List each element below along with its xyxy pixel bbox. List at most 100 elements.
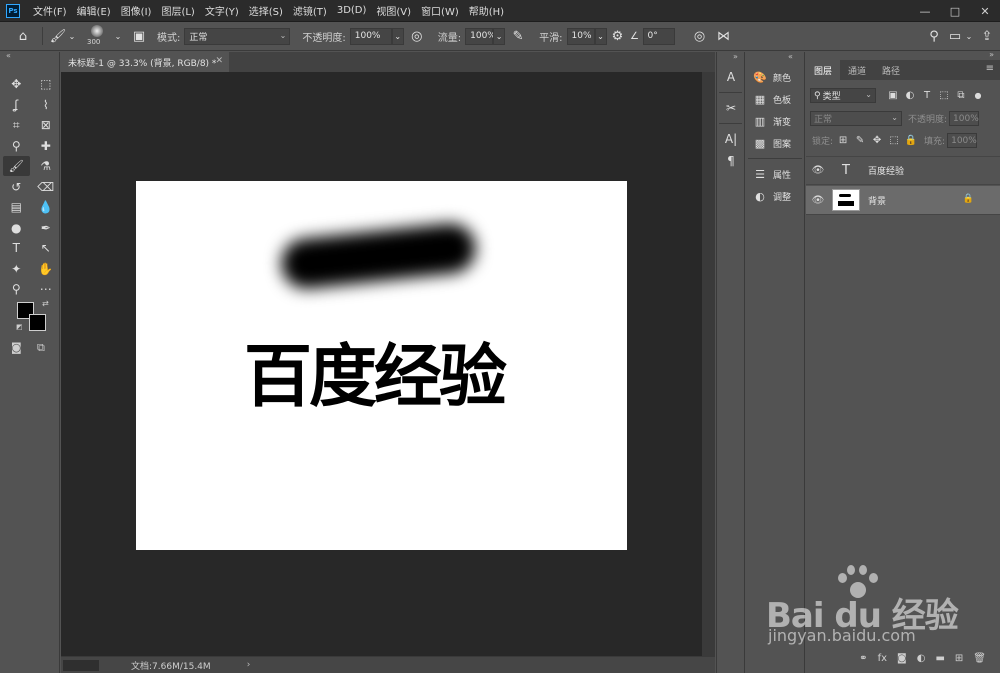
eyedropper-tool-icon[interactable]: ⚲	[3, 136, 30, 156]
filter-toggle-icon[interactable]: ●	[971, 88, 985, 103]
gradient-tool-icon[interactable]: ▤	[3, 197, 30, 217]
flow-input[interactable]: 100%	[465, 27, 496, 45]
eraser-tool-icon[interactable]: ⌫	[33, 177, 60, 197]
lock-icon[interactable]: 🔒	[963, 194, 974, 204]
paragraph-icon[interactable]: ¶	[717, 150, 745, 172]
pressure-size-icon[interactable]: ◎	[687, 29, 713, 44]
opacity-input[interactable]: 100%	[349, 27, 392, 45]
lock-artboard-icon[interactable]: ⬚	[887, 133, 901, 148]
new-group-icon[interactable]: ▬	[935, 653, 944, 664]
tab-layers[interactable]: 图层	[806, 60, 841, 80]
collapse-icon[interactable]: »	[717, 52, 744, 66]
dock-item-color[interactable]: 🎨 颜色	[746, 66, 804, 88]
brush-settings-icon[interactable]: ▣	[129, 29, 149, 44]
mode-select[interactable]: 正常 ⌄	[184, 27, 291, 45]
visibility-eye-icon[interactable]: 👁	[806, 195, 830, 206]
type-tool-icon[interactable]: T	[3, 238, 30, 258]
fx-icon[interactable]: fx	[878, 653, 887, 664]
pressure-opacity-icon[interactable]: ◎	[404, 29, 430, 44]
menu-image[interactable]: 图像(I)	[116, 3, 157, 18]
dock-item-adjustments[interactable]: ◐ 调整	[746, 185, 804, 207]
workspace-icon[interactable]: ▭	[946, 29, 964, 44]
dodge-tool-icon[interactable]: ●	[3, 218, 30, 238]
filter-adjustment-icon[interactable]: ◐	[903, 88, 917, 103]
delete-layer-icon[interactable]: 🗑	[973, 653, 986, 664]
menu-window[interactable]: 窗口(W)	[416, 3, 464, 18]
menu-filter[interactable]: 滤镜(T)	[288, 3, 332, 18]
menu-help[interactable]: 帮助(H)	[464, 3, 509, 18]
clone-stamp-tool-icon[interactable]: ⚗	[33, 156, 60, 176]
document-tab[interactable]: 未标题-1 @ 33.3% (背景, RGB/8) * ✕	[61, 52, 229, 72]
filter-shape-icon[interactable]: ⬚	[937, 88, 951, 103]
link-layers-icon[interactable]: ⚭	[859, 653, 867, 664]
collapse-icon[interactable]: »	[989, 50, 994, 59]
layer-opacity-input[interactable]: 100%	[949, 111, 980, 126]
move-tool-icon[interactable]: ✥	[3, 74, 30, 94]
filter-type-icon[interactable]: T	[920, 88, 934, 103]
home-icon[interactable]: ⌂	[10, 29, 36, 44]
hand-tool-icon[interactable]: ✋	[33, 259, 60, 279]
chevron-down-icon[interactable]: ⌄	[964, 32, 974, 41]
menu-select[interactable]: 选择(S)	[244, 3, 288, 18]
chevron-down-icon[interactable]: ⌄	[391, 27, 404, 45]
chevron-down-icon[interactable]: ⌄	[493, 27, 506, 45]
background-color-swatch[interactable]	[29, 314, 46, 331]
smoothing-input[interactable]: 10%	[566, 27, 595, 45]
dock-item-patterns[interactable]: ▩ 图案	[746, 132, 804, 154]
menu-type[interactable]: 文字(Y)	[200, 3, 244, 18]
collapse-icon[interactable]: «	[0, 52, 59, 62]
crop-tool-icon[interactable]: ⌗	[3, 115, 30, 135]
shape-tool-icon[interactable]: ✦	[3, 259, 30, 279]
lasso-tool-icon[interactable]: ʆ	[3, 95, 30, 115]
adjustment-layer-icon[interactable]: ◐	[917, 653, 926, 664]
more-tools-icon[interactable]: ⋯	[33, 279, 60, 299]
blur-tool-icon[interactable]: 💧	[33, 197, 60, 217]
brush-tool-icon[interactable]: 🖌	[49, 29, 67, 44]
frame-tool-icon[interactable]: ⊠	[33, 115, 60, 135]
filter-smart-object-icon[interactable]: ⧉	[954, 88, 968, 103]
canvas[interactable]: 百度经验	[136, 181, 627, 550]
layer-row-text[interactable]: 👁 T 百度经验	[806, 156, 1000, 185]
menu-layer[interactable]: 图层(L)	[156, 3, 199, 18]
fill-input[interactable]: 100%	[947, 133, 978, 148]
lock-position-icon[interactable]: ✥	[870, 133, 884, 148]
chevron-down-icon[interactable]: ⌄	[67, 32, 77, 41]
character-styles-icon[interactable]: A|	[717, 128, 745, 150]
history-brush-tool-icon[interactable]: ↺	[3, 177, 30, 197]
filter-pixel-icon[interactable]: ▣	[886, 88, 900, 103]
dock-item-properties[interactable]: ☰ 属性	[746, 163, 804, 185]
menu-3d[interactable]: 3D(D)	[332, 5, 372, 16]
tools-preset-icon[interactable]: ✂	[717, 97, 745, 119]
quick-select-tool-icon[interactable]: ⌇	[33, 95, 60, 115]
airbrush-icon[interactable]: ✎	[505, 29, 531, 44]
quick-mask-icon[interactable]: ◙	[11, 341, 29, 355]
layer-row-background[interactable]: 👁 背景 🔒	[806, 186, 1000, 215]
dock-item-gradients[interactable]: ▥ 渐变	[746, 110, 804, 132]
blend-mode-select[interactable]: 正常 ⌄	[810, 111, 902, 126]
lock-all-icon[interactable]: 🔒	[904, 133, 918, 148]
marquee-tool-icon[interactable]: ⬚	[33, 74, 60, 94]
filter-kind-select[interactable]: ⚲ 类型 ⌄	[810, 88, 876, 103]
status-menu-arrow[interactable]: ›	[247, 660, 251, 670]
healing-brush-tool-icon[interactable]: ✚	[33, 136, 60, 156]
new-layer-icon[interactable]: ⊞	[955, 653, 963, 664]
lock-pixels-icon[interactable]: ✎	[853, 133, 867, 148]
swap-colors-icon[interactable]: ⇄	[42, 299, 49, 308]
minimize-button[interactable]: —	[910, 0, 940, 22]
add-mask-icon[interactable]: ◙	[897, 653, 907, 664]
close-icon[interactable]: ✕	[215, 56, 223, 66]
screen-mode-icon[interactable]: ⧉	[37, 341, 55, 355]
menu-file[interactable]: 文件(F)	[28, 3, 72, 18]
brush-tool-icon[interactable]: 🖌	[3, 156, 30, 177]
gear-icon[interactable]: ⚙	[607, 29, 629, 44]
default-colors-icon[interactable]: ◩	[16, 323, 23, 331]
path-select-tool-icon[interactable]: ↖	[33, 238, 60, 258]
symmetry-icon[interactable]: ⋈	[713, 29, 735, 44]
panel-menu-icon[interactable]: ≡	[986, 63, 994, 74]
menu-edit[interactable]: 编辑(E)	[72, 3, 116, 18]
menu-view[interactable]: 视图(V)	[371, 3, 416, 18]
pen-tool-icon[interactable]: ✒	[33, 218, 60, 238]
vertical-scrollbar[interactable]	[702, 72, 715, 656]
zoom-tool-icon[interactable]: ⚲	[3, 279, 30, 299]
maximize-button[interactable]: □	[940, 0, 970, 22]
